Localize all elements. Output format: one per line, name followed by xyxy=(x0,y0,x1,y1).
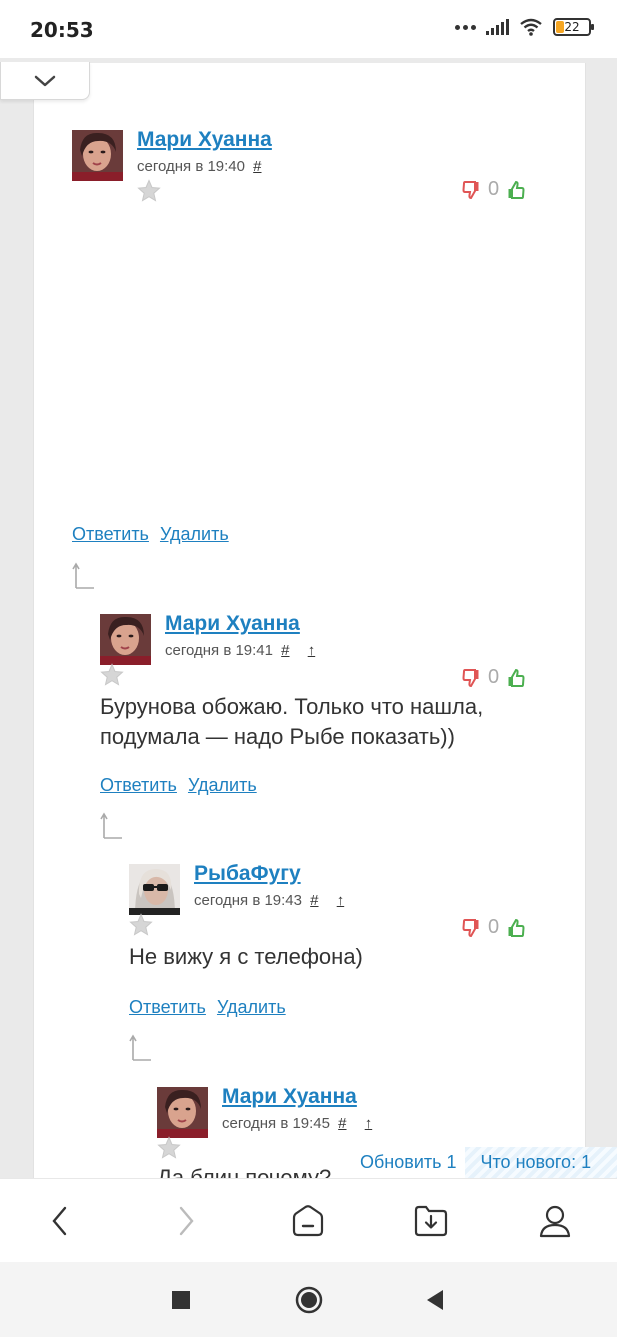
parent-comment-link[interactable]: ↑ xyxy=(365,1115,373,1132)
reply-link[interactable]: Ответить xyxy=(100,775,177,795)
refresh-bar: Обновить 1 Что нового: 1 xyxy=(352,1147,617,1178)
thumb-down-icon[interactable] xyxy=(462,668,480,688)
comment-meta: сегодня в 19:40 # xyxy=(137,158,262,175)
comment-author-link[interactable]: Мари Хуанна xyxy=(165,612,300,636)
more-dots-icon xyxy=(455,24,476,30)
comment-time: сегодня в 19:40 xyxy=(137,158,245,175)
recents-button[interactable] xyxy=(169,1288,193,1312)
home-circle-icon xyxy=(295,1286,323,1314)
favorite-star-icon[interactable] xyxy=(137,179,161,203)
delete-link[interactable]: Удалить xyxy=(217,997,286,1017)
delete-link[interactable]: Удалить xyxy=(160,524,229,544)
vote-panel: 0 xyxy=(462,666,525,689)
profile-button[interactable] xyxy=(535,1201,575,1241)
rating-value: 0 xyxy=(488,666,500,688)
comment-author-link[interactable]: РыбаФугу xyxy=(194,862,301,886)
comment-author-link[interactable]: Мари Хуанна xyxy=(222,1087,357,1109)
comment-author-link[interactable]: Мари Хуанна xyxy=(137,128,272,152)
chevron-down-icon xyxy=(34,75,56,86)
comment-meta: сегодня в 19:41 # ↑ xyxy=(165,642,315,659)
thumb-up-icon[interactable] xyxy=(507,668,525,688)
refresh-button[interactable]: Обновить 1 xyxy=(352,1147,465,1178)
thumb-down-icon[interactable] xyxy=(462,180,480,200)
thread-arrow-icon[interactable] xyxy=(72,562,96,590)
rating-value: 0 xyxy=(488,916,500,938)
status-time: 20:53 xyxy=(30,18,94,42)
vote-panel: 0 xyxy=(462,916,525,939)
whats-new-button[interactable]: Что нового: 1 xyxy=(464,1147,617,1178)
battery-icon: 22 xyxy=(553,18,594,36)
comment-permalink[interactable]: # xyxy=(338,1115,346,1132)
home-icon xyxy=(292,1205,324,1237)
favorite-star-icon[interactable] xyxy=(157,1136,181,1160)
system-navigation-bar xyxy=(0,1262,617,1337)
comment-actions: Ответить Удалить xyxy=(129,997,292,1018)
profile-icon xyxy=(539,1205,571,1238)
thumb-down-icon[interactable] xyxy=(462,918,480,938)
home-button[interactable] xyxy=(288,1201,328,1241)
avatar[interactable] xyxy=(72,130,123,181)
parent-comment-link[interactable]: ↑ xyxy=(308,642,316,659)
parent-comment-link[interactable]: ↑ xyxy=(337,892,345,909)
avatar[interactable] xyxy=(100,614,151,665)
rating-value: 0 xyxy=(488,178,500,200)
comment-permalink[interactable]: # xyxy=(281,642,289,659)
comment: Мари Хуанна сегодня в 19:41 # ↑ 0 Буруно… xyxy=(100,612,540,844)
delete-link[interactable]: Удалить xyxy=(188,775,257,795)
home-circle-button[interactable] xyxy=(295,1286,323,1314)
comment-actions: Ответить Удалить xyxy=(72,524,235,545)
wifi-icon xyxy=(520,18,542,36)
downloads-icon xyxy=(414,1205,448,1237)
thumb-up-icon[interactable] xyxy=(507,918,525,938)
forward-icon xyxy=(179,1206,194,1236)
recents-icon xyxy=(172,1291,190,1309)
favorite-star-icon[interactable] xyxy=(100,663,124,687)
reply-link[interactable]: Ответить xyxy=(129,997,206,1017)
browser-toolbar xyxy=(0,1178,617,1262)
comment-time: сегодня в 19:45 xyxy=(222,1115,330,1132)
back-triangle-icon xyxy=(427,1290,443,1310)
vote-panel: 0 xyxy=(462,178,525,201)
status-bar: 20:53 22 xyxy=(0,0,617,58)
comment-text: Не вижу я с телефона) xyxy=(129,944,363,969)
forward-button[interactable] xyxy=(166,1201,206,1241)
battery-level: 22 xyxy=(564,20,580,34)
comment: РыбаФугу сегодня в 19:43 # ↑ 0 Не вижу я… xyxy=(129,862,539,1064)
avatar[interactable] xyxy=(129,864,180,915)
comment-time: сегодня в 19:43 xyxy=(194,892,302,909)
signal-icon xyxy=(486,19,509,35)
status-icons: 22 xyxy=(455,18,594,36)
comment: Мари Хуанна сегодня в 19:40 # 0 Ответить… xyxy=(72,128,532,600)
comment-meta: сегодня в 19:43 # ↑ xyxy=(194,892,344,909)
collapse-button[interactable] xyxy=(0,62,90,100)
downloads-button[interactable] xyxy=(411,1201,451,1241)
comment-actions: Ответить Удалить xyxy=(100,775,263,796)
comment-time: сегодня в 19:41 xyxy=(165,642,273,659)
comment-text: Бурунова обожаю. Только что нашла, подум… xyxy=(100,692,483,752)
comment-meta: сегодня в 19:45 # ↑ xyxy=(222,1115,372,1132)
back-icon xyxy=(52,1206,67,1236)
comment-permalink[interactable]: # xyxy=(310,892,318,909)
thumb-up-icon[interactable] xyxy=(507,180,525,200)
favorite-star-icon[interactable] xyxy=(129,913,153,937)
comment-permalink[interactable]: # xyxy=(253,158,261,175)
reply-link[interactable]: Ответить xyxy=(72,524,149,544)
comment-text-line: подумала — надо Рыбе показать)) xyxy=(100,724,455,749)
avatar[interactable] xyxy=(157,1087,208,1138)
back-button[interactable] xyxy=(40,1201,80,1241)
thread-arrow-icon[interactable] xyxy=(129,1034,153,1062)
system-back-button[interactable] xyxy=(423,1288,447,1312)
thread-arrow-icon[interactable] xyxy=(100,812,124,840)
comment-text-line: Бурунова обожаю. Только что нашла, xyxy=(100,694,484,719)
comment-text: Да блин почему? xyxy=(157,1165,332,1178)
